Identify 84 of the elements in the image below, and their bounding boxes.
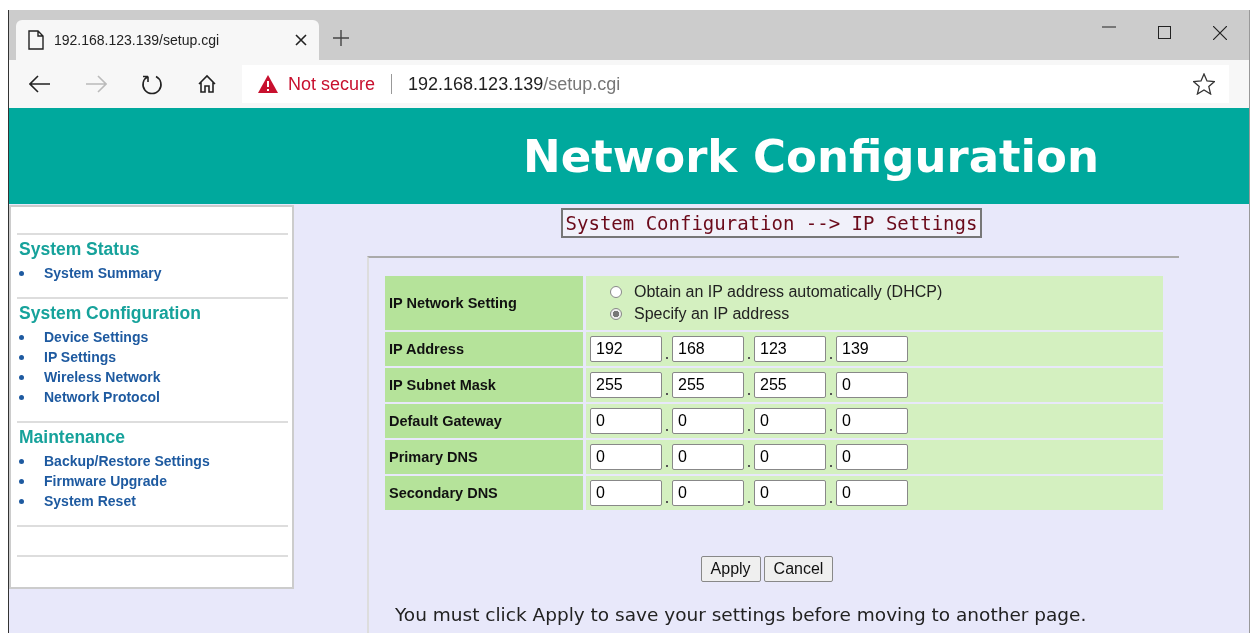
octet-field[interactable]: 255 (672, 372, 744, 398)
page-title: System Configuration --> IP Settings (560, 208, 983, 238)
maximize-icon[interactable] (1158, 26, 1171, 39)
octet-field[interactable]: 0 (754, 444, 826, 470)
octet-field[interactable]: 255 (754, 372, 826, 398)
close-tab-icon[interactable] (295, 34, 307, 46)
octet-field[interactable]: 0 (590, 480, 662, 506)
sidebar-heading: System Configuration (19, 303, 202, 324)
security-label: Not secure (288, 73, 376, 95)
octet-field[interactable]: 0 (754, 408, 826, 434)
octet-separator (748, 429, 750, 431)
radio-button[interactable] (610, 286, 622, 298)
browser-tab[interactable]: 192.168.123.139/setup.cgi (16, 20, 319, 60)
octet-field[interactable]: 255 (590, 372, 662, 398)
warning-icon (258, 75, 278, 93)
header-title: Network Configuration (523, 129, 1099, 183)
octet-field[interactable]: 123 (754, 336, 826, 362)
sidebar-link[interactable]: Network Protocol (44, 389, 160, 405)
radio-button[interactable] (610, 308, 622, 320)
bullet-icon (19, 334, 24, 340)
octet-field[interactable]: 192 (590, 336, 662, 362)
octet-separator (830, 393, 832, 395)
octet-separator (666, 501, 668, 503)
octet-separator (830, 357, 832, 359)
home-icon[interactable] (197, 74, 217, 94)
radio-label: Obtain an IP address automatically (DHCP) (634, 283, 943, 301)
octet-separator (666, 393, 668, 395)
setting-label: Default Gateway (385, 404, 586, 438)
sidebar-heading: System Status (19, 239, 141, 260)
octet-field[interactable]: 0 (672, 408, 744, 434)
octet-field[interactable]: 0 (836, 444, 908, 470)
setting-label: Secondary DNS (385, 476, 586, 510)
new-tab-icon[interactable] (333, 30, 349, 46)
close-icon[interactable] (1213, 26, 1227, 40)
octet-field[interactable]: 0 (836, 372, 908, 398)
bullet-icon (19, 270, 24, 276)
octet-field[interactable]: 0 (836, 480, 908, 506)
octet-separator (748, 357, 750, 359)
bullet-icon (19, 394, 24, 400)
bullet-icon (19, 354, 24, 360)
octet-field[interactable]: 0 (672, 480, 744, 506)
sidebar-link[interactable]: Firmware Upgrade (44, 473, 167, 489)
octet-field[interactable]: 0 (590, 408, 662, 434)
sidebar-link[interactable]: System Reset (44, 493, 136, 509)
octet-separator (748, 393, 750, 395)
sidebar-link[interactable]: IP Settings (44, 349, 117, 365)
back-icon[interactable] (29, 75, 51, 93)
bullet-icon (19, 458, 24, 464)
tab-title: 192.168.123.139/setup.cgi (54, 32, 221, 48)
octet-separator (830, 429, 832, 431)
octet-field[interactable]: 0 (836, 408, 908, 434)
refresh-icon[interactable] (141, 73, 163, 95)
note-text: You must click Apply to save your settings before moving to another page. (395, 604, 1088, 625)
sidebar-link[interactable]: Backup/Restore Settings (44, 453, 210, 469)
octet-separator (666, 357, 668, 359)
page-icon (28, 30, 44, 50)
apply-button[interactable]: Apply (700, 556, 761, 582)
sidebar-link[interactable]: System Summary (44, 265, 162, 281)
octet-separator (666, 429, 668, 431)
sidebar-link[interactable]: Device Settings (44, 329, 149, 345)
url-text: 192.168.123.139/setup.cgi (408, 73, 621, 95)
octet-field[interactable]: 139 (836, 336, 908, 362)
octet-separator (748, 465, 750, 467)
octet-separator (666, 465, 668, 467)
setting-label: IP Address (385, 332, 586, 366)
bullet-icon (19, 478, 24, 484)
sidebar-link[interactable]: Wireless Network (44, 369, 161, 385)
setting-label: Primary DNS (385, 440, 586, 474)
star-icon[interactable] (1193, 73, 1215, 95)
octet-field[interactable]: 0 (672, 444, 744, 470)
octet-field[interactable]: 0 (590, 444, 662, 470)
octet-separator (830, 465, 832, 467)
octet-separator (830, 501, 832, 503)
octet-field[interactable]: 168 (672, 336, 744, 362)
octet-separator (748, 501, 750, 503)
bullet-icon (19, 498, 24, 504)
bullet-icon (19, 374, 24, 380)
sidebar-heading: Maintenance (19, 427, 126, 448)
setting-label: IP Subnet Mask (385, 368, 586, 402)
radio-label: Specify an IP address (634, 305, 790, 323)
cancel-button[interactable]: Cancel (763, 556, 834, 582)
octet-field[interactable]: 0 (754, 480, 826, 506)
setting-label: IP Network Setting (385, 276, 586, 330)
address-bar[interactable]: Not secure 192.168.123.139/setup.cgi (242, 65, 1229, 103)
